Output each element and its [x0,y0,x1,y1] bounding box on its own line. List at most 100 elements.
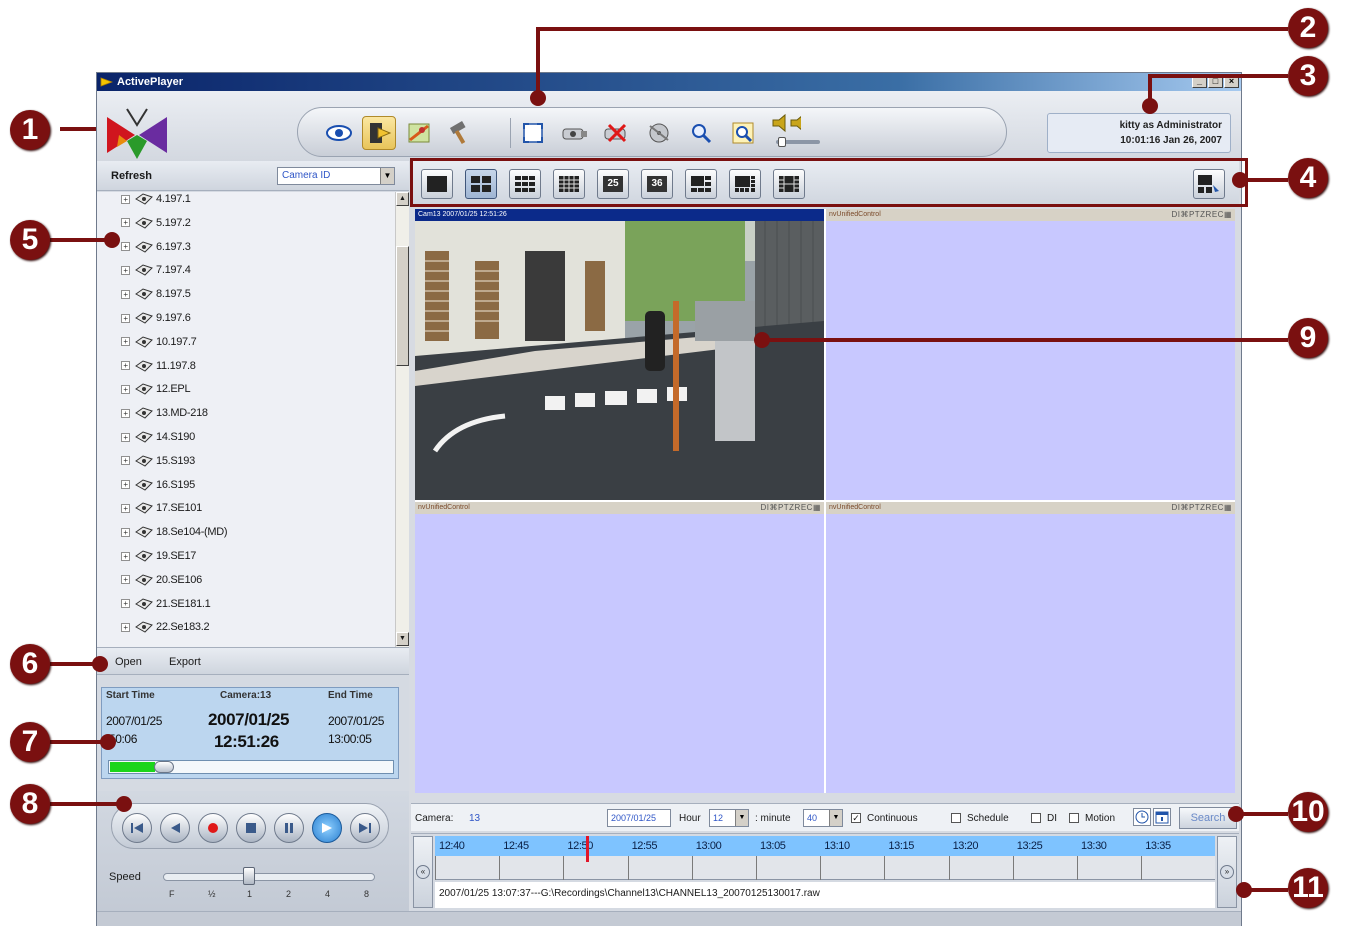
expand-icon[interactable]: + [121,432,130,442]
camera-tree-item[interactable]: +9.197.6 [121,308,191,328]
tree-scrollbar[interactable]: ▲ ▼ [395,192,409,647]
hour-select[interactable]: 12 ▼ [709,809,749,827]
video-cell-3[interactable]: nvUnifiedControl DI⌘PTZREC▦ [415,502,824,793]
layout-25-button[interactable]: 25 [597,169,629,199]
playback-button[interactable] [362,116,396,150]
camera-tree-item[interactable]: +8.197.5 [121,284,191,304]
scroll-up-icon[interactable]: ▲ [396,192,409,206]
expand-icon[interactable]: + [121,384,130,394]
open-menu-item[interactable]: Open [115,656,142,668]
expand-icon[interactable]: + [121,503,130,513]
chevron-down-icon[interactable]: ▼ [829,810,842,826]
skip-end-button[interactable] [350,813,380,843]
camera-tree-item[interactable]: +10.197.7 [121,332,197,352]
volume-button[interactable] [768,111,802,135]
camera-tree-item[interactable]: +5.197.2 [121,213,191,233]
record-button[interactable] [198,813,228,843]
camera-tree-item[interactable]: +14.S190 [121,427,195,447]
camera-tree-item[interactable]: +15.S193 [121,451,195,471]
camera-tree-item[interactable]: +13.MD-218 [121,403,208,423]
speed-slider-knob[interactable] [243,867,255,885]
camera-tree-item[interactable]: +6.197.3 [121,237,191,257]
video-cell-4[interactable]: nvUnifiedControl DI⌘PTZREC▦ [826,502,1235,793]
date-field[interactable]: 2007/01/25 [607,809,671,827]
expand-icon[interactable]: + [121,289,130,299]
timeline-prev-button[interactable]: « [413,836,433,908]
layout-6-button[interactable] [685,169,717,199]
camera-tree-item[interactable]: +16.S195 [121,475,195,495]
expand-icon[interactable]: + [121,361,130,371]
camera-tree-item[interactable]: +21.SE181.1 [121,594,211,614]
zoom-button[interactable] [684,116,718,150]
reverse-play-button[interactable] [160,813,190,843]
refresh-button[interactable]: Refresh [111,170,152,182]
expand-icon[interactable]: + [121,218,130,228]
timeline-position-marker[interactable] [585,836,589,862]
chevron-down-icon[interactable]: ▼ [380,168,394,184]
skip-start-button[interactable] [122,813,152,843]
layout-1-button[interactable] [421,169,453,199]
zoom-fit-button[interactable] [726,116,760,150]
layout-9-button[interactable] [509,169,541,199]
reel-button[interactable] [642,116,676,150]
layout-16-button[interactable] [553,169,585,199]
delete-camera-button[interactable] [600,116,634,150]
stop-button[interactable] [236,813,266,843]
expand-icon[interactable]: + [121,551,130,561]
camera-tree-item[interactable]: +18.Se104-(MD) [121,522,228,542]
layout-36-button[interactable]: 36 [641,169,673,199]
export-menu-item[interactable]: Export [169,656,201,668]
camera-tree-item[interactable]: +20.SE106 [121,570,202,590]
minute-select[interactable]: 40 ▼ [803,809,843,827]
expand-icon[interactable]: + [121,622,130,632]
camera-tree-item[interactable]: +19.SE17 [121,546,196,566]
pause-button[interactable] [274,813,304,843]
camera-tree-item[interactable]: +7.197.4 [121,260,191,280]
snapshot-button[interactable] [558,116,592,150]
expand-icon[interactable]: + [121,337,130,347]
expand-icon[interactable]: + [121,575,130,585]
sort-select[interactable]: Camera ID ▼ [277,167,395,185]
expand-icon[interactable]: + [121,456,130,466]
timeline-next-button[interactable]: » [1217,836,1237,908]
camera-tree-item[interactable]: +22.Se183.2 [121,617,210,637]
expand-icon[interactable]: + [121,265,130,275]
fullscreen-button[interactable] [516,116,550,150]
emap-button[interactable] [402,116,436,150]
camera-search-value[interactable]: 13 [469,813,480,824]
timeline-ruler[interactable]: 12:40 12:45 12:50 12:55 13:00 13:05 13:10 13:15… [435,836,1215,856]
layout-custom-button[interactable] [1193,169,1225,199]
video-cell-1[interactable]: Cam13 2007/01/25 12:51:26 [415,209,824,500]
expand-icon[interactable]: + [121,480,130,490]
camera-tree-item[interactable]: +11.197.8 [121,356,196,376]
di-checkbox[interactable] [1031,813,1041,823]
camera-tree-item[interactable]: +4.197.1 [121,192,191,209]
expand-icon[interactable]: + [121,242,130,252]
video-cell-2[interactable]: nvUnifiedControl DI⌘PTZREC▦ [826,209,1235,500]
clock-button[interactable] [1133,808,1151,826]
settings-button[interactable] [442,116,476,150]
camera-tree-item[interactable]: +12.EPL [121,379,191,399]
expand-icon[interactable]: + [121,313,130,323]
layout-4-button[interactable] [465,169,497,199]
volume-slider[interactable] [776,137,820,147]
playback-progress-bar[interactable] [108,760,394,774]
expand-icon[interactable]: + [121,194,130,204]
camera-tree-item[interactable]: +17.SE101 [121,498,202,518]
calendar-button[interactable] [1153,808,1171,826]
motion-checkbox[interactable] [1069,813,1079,823]
play-button[interactable] [312,813,342,843]
progress-knob[interactable] [154,761,174,773]
layout-8-button[interactable] [729,169,761,199]
live-view-button[interactable] [322,116,356,150]
layout-13-button[interactable] [773,169,805,199]
schedule-checkbox[interactable] [951,813,961,823]
expand-icon[interactable]: + [121,527,130,537]
continuous-checkbox[interactable]: ✓ [851,813,861,823]
timeline-track[interactable] [435,856,1215,880]
volume-slider-knob[interactable] [778,137,786,147]
expand-icon[interactable]: + [121,408,130,418]
speed-slider[interactable] [163,873,375,881]
scroll-down-icon[interactable]: ▼ [396,632,409,646]
expand-icon[interactable]: + [121,599,130,609]
